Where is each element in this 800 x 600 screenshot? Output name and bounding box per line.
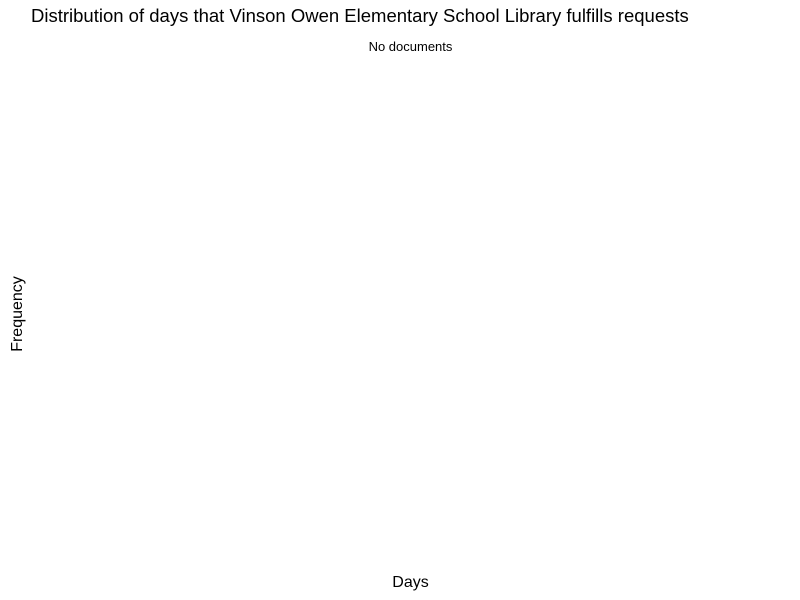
y-axis-label: Frequency: [9, 276, 26, 352]
chart-subtitle: No documents: [368, 39, 453, 54]
plot-svg: [40, 62, 795, 567]
chart-title: Distribution of days that Vinson Owen El…: [31, 5, 689, 26]
x-axis-label: Days: [392, 574, 429, 591]
plot-area: [40, 62, 795, 567]
